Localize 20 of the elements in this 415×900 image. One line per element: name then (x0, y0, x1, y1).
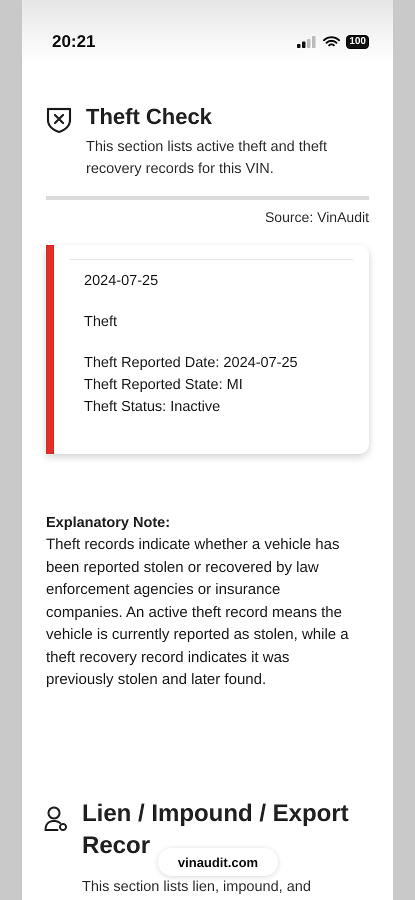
note-text: Theft records indicate whether a vehicle has been reported stolen or recovered by law enforcement agencies or insurance companies. An active theft record means the vehicle is currently reported as stolen, while a theft recovery record indicates it was previously stolen and later found. (46, 535, 350, 690)
record-detail: Theft Reported Date: 2024-07-25 (84, 354, 299, 373)
record-detail: Theft Reported State: MI (84, 376, 244, 395)
address-bar[interactable]: vinaudit.com (158, 848, 278, 876)
note-title: Explanatory Note: (46, 514, 172, 533)
record-date: 2024-07-25 (84, 272, 160, 291)
section-description: This section lists lien, impound, and (82, 878, 312, 896)
record-type: Theft (84, 313, 118, 332)
battery-level: 100 (346, 35, 369, 49)
record-detail: Theft Status: Inactive (84, 398, 222, 417)
status-time: 20:21 (52, 32, 96, 52)
section-title: Recor (82, 830, 150, 860)
signal-icon (297, 36, 318, 48)
section-title: Theft Check (86, 103, 213, 131)
shield-x-icon (46, 106, 72, 134)
section-description: This section lists active theft and theft recovery records for this VIN. (86, 138, 328, 179)
person-icon (44, 806, 68, 832)
source-label: Source: VinAudit (264, 209, 369, 225)
section-title: Lien / Impound / Export (82, 798, 349, 828)
wifi-icon (323, 36, 340, 48)
